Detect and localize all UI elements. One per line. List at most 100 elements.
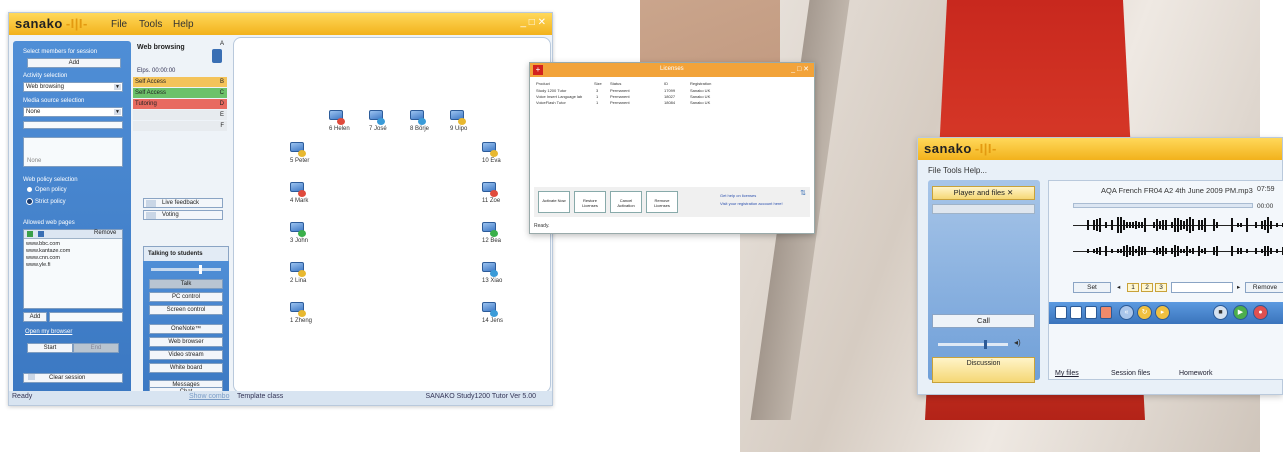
speaker-icon[interactable]: ◂) (1014, 338, 1021, 347)
group-row-d[interactable]: Tutoring D (133, 99, 227, 109)
window-controls[interactable]: _ □ ✕ (791, 65, 809, 73)
show-combo-link[interactable]: Show combo (189, 393, 229, 400)
bookmark-field[interactable] (1171, 282, 1233, 293)
start-button[interactable]: Start (27, 343, 73, 353)
list-item[interactable]: www.bbc.com (26, 241, 70, 248)
menu-tools[interactable]: Tools (139, 19, 162, 30)
end-button[interactable]: End (73, 343, 119, 353)
student-station[interactable]: 2 Lina (290, 262, 342, 284)
list-item[interactable]: www.kantaze.com (26, 248, 70, 255)
repeat-icon[interactable]: ↻ (1137, 305, 1152, 320)
voting-button[interactable]: Voting (143, 210, 223, 220)
add-page-icon[interactable] (27, 231, 33, 237)
student-station[interactable]: 14 Jens (482, 302, 534, 324)
chevron-left-icon[interactable]: ◂ (1117, 283, 1120, 291)
volume-slider[interactable] (938, 340, 1008, 349)
student-menu[interactable]: File Tools Help... (928, 166, 987, 175)
student-station[interactable]: 5 Peter (290, 142, 342, 164)
student-station[interactable]: 9 Uipo (450, 110, 502, 132)
player-files-button[interactable]: Player and files ✕ (932, 186, 1035, 200)
set-button[interactable]: Set (1073, 282, 1111, 293)
open-browser-link[interactable]: Open my browser (25, 329, 72, 335)
onenote-button[interactable]: OneNote™ (149, 324, 223, 334)
insert-icon[interactable]: ▸ (1155, 305, 1170, 320)
student-station[interactable]: 11 Zoe (482, 182, 534, 204)
record-icon[interactable]: ● (1253, 305, 1268, 320)
student-pc-icon (482, 262, 499, 278)
menu-file[interactable]: File (111, 19, 127, 30)
page-1[interactable]: 1 (1127, 283, 1139, 292)
slider-knob[interactable] (984, 340, 987, 349)
discussion-panel[interactable]: Discussion (932, 357, 1035, 383)
waveform[interactable] (1073, 211, 1283, 271)
volume-slider[interactable] (151, 265, 221, 274)
white-board-button[interactable]: White board (149, 363, 223, 373)
video-stream-button[interactable]: Video stream (149, 350, 223, 360)
remove-bookmark-button[interactable]: Remove (1245, 282, 1283, 293)
refresh-icon[interactable]: ⇅ (800, 189, 806, 197)
open-policy-radio[interactable]: Open policy (27, 187, 67, 193)
new-file-icon[interactable] (1055, 306, 1067, 319)
record-wave-icon[interactable] (1100, 306, 1112, 319)
status-text: Ready (12, 393, 33, 400)
student-station[interactable]: 10 Eva (482, 142, 534, 164)
waveform-bar (1141, 246, 1143, 256)
student-station[interactable]: 4 Mark (290, 182, 342, 204)
save-icon[interactable] (1085, 306, 1097, 319)
secondary-tab[interactable] (932, 204, 1035, 214)
pc-control-button[interactable]: PC control (149, 292, 223, 302)
restore-licenses-button[interactable]: Restore Licenses (574, 191, 606, 213)
chevron-right-icon[interactable]: ▸ (1237, 283, 1240, 291)
remove-licenses-button[interactable]: Remove Licenses (646, 191, 678, 213)
help-link[interactable]: Get help on licenses (720, 193, 756, 198)
group-row-e[interactable]: E (133, 110, 227, 120)
open-file-icon[interactable] (1070, 306, 1082, 319)
web-browser-button[interactable]: Web browser (149, 337, 223, 347)
waveform-bar (1204, 248, 1206, 254)
registration-link[interactable]: Visit your registration account here! (720, 201, 783, 206)
close-icon[interactable]: ✕ (1007, 188, 1013, 197)
page-3[interactable]: 3 (1155, 283, 1167, 292)
list-item[interactable]: www.cnn.com (26, 255, 70, 262)
clear-session-button[interactable]: Clear session (23, 373, 123, 383)
talk-button[interactable]: Talk (149, 279, 223, 289)
tab-talking-to-students[interactable]: Talking to students (143, 246, 229, 262)
call-button[interactable]: Call (932, 314, 1035, 328)
stop-icon[interactable]: ■ (1213, 305, 1228, 320)
group-row-b[interactable]: Self Access B (133, 77, 227, 87)
list-item[interactable]: www.yle.fi (26, 262, 70, 269)
activity-select[interactable]: Web browsing ▼ (23, 82, 123, 92)
rewind-icon[interactable]: « (1119, 305, 1134, 320)
window-controls[interactable]: _ □ ✕ (520, 17, 546, 28)
live-feedback-button[interactable]: Live feedback (143, 198, 223, 208)
play-icon[interactable]: ▶ (1233, 305, 1248, 320)
media-select[interactable]: None ▼ (23, 107, 123, 117)
waveform-bar (1240, 222, 1242, 228)
page-2[interactable]: 2 (1141, 283, 1153, 292)
tab-session-files[interactable]: Session files (1111, 370, 1150, 377)
tab-my-files[interactable]: My files (1055, 370, 1079, 377)
strict-policy-radio[interactable]: Strict policy (27, 199, 66, 205)
tab-homework[interactable]: Homework (1179, 370, 1212, 377)
student-station[interactable]: 3 John (290, 222, 342, 244)
add-page-input[interactable] (49, 312, 123, 322)
group-row-f[interactable]: F (133, 121, 227, 131)
student-station[interactable]: 12 Bea (482, 222, 534, 244)
student-station[interactable]: 13 Xiao (482, 262, 534, 284)
student-station[interactable]: 1 Zheng (290, 302, 342, 324)
menu-help[interactable]: Help (173, 19, 194, 30)
save-icon[interactable] (38, 231, 44, 237)
group-row-c[interactable]: Self Access C (133, 88, 227, 98)
waveform-bar (1264, 220, 1266, 230)
add-members-button[interactable]: Add (27, 58, 121, 68)
activate-now-button[interactable]: Activate Now (538, 191, 570, 213)
track-progress-bar[interactable] (1073, 203, 1253, 208)
student-side-panel: Player and files ✕ Call ◂) Discussion (928, 180, 1040, 383)
waveform-bar (1177, 246, 1179, 256)
slider-knob[interactable] (199, 265, 202, 274)
remove-page-button[interactable]: Remove (94, 230, 116, 236)
cancel-activation-button[interactable]: Cancel Activation (610, 191, 642, 213)
screen-control-button[interactable]: Screen control (149, 305, 223, 315)
waveform-bar (1138, 221, 1140, 229)
add-page-button[interactable]: Add (23, 312, 47, 322)
